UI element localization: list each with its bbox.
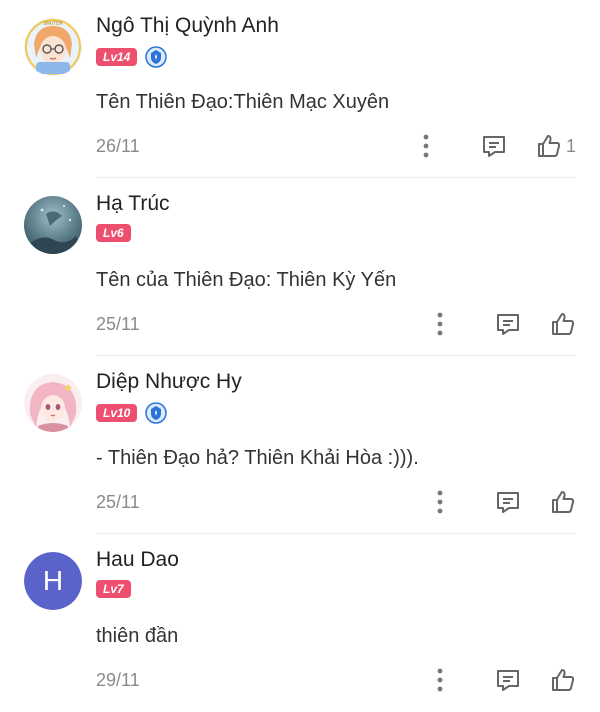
user-badges: Lv7 [96,580,131,598]
comment-date: 26/11 [96,136,140,156]
username[interactable]: Hạ Trúc [96,192,170,216]
more-vertical-icon [423,134,429,158]
thumbs-up-icon [537,135,561,157]
comment-date: 25/11 [96,492,140,512]
comment-actions: 1 [412,126,576,166]
avatar[interactable]: H [24,552,82,610]
user-badges: Lv10 [96,402,168,424]
comment-text: Tên Thiên Đạo:Thiên Mạc Xuyên [96,91,390,113]
more-options-button[interactable] [426,488,454,516]
reply-button[interactable] [494,310,522,338]
like-button[interactable] [550,667,576,693]
reply-button[interactable] [494,488,522,516]
like-button[interactable] [550,311,576,337]
more-vertical-icon [437,490,443,514]
comment-item: Hạ Trúc Lv6 Tên của Thiên Đạo: Thiên Kỳ … [0,178,600,356]
username[interactable]: Hau Dao [96,548,179,572]
avatar[interactable] [24,196,82,254]
username[interactable]: Ngô Thị Quỳnh Anh [96,14,279,38]
more-vertical-icon [437,668,443,692]
thumbs-up-icon [552,313,575,335]
level-badge: Lv10 [96,404,138,422]
comment-item: WRITER Ngô Thị Quỳnh Anh Lv14 Tên Thiên … [0,0,600,178]
vip-shield-icon [145,402,168,424]
more-options-button[interactable] [426,666,454,694]
vip-shield-icon [145,46,168,68]
avatar[interactable]: WRITER [24,18,82,76]
comment-icon [497,670,519,691]
more-vertical-icon [437,312,443,336]
comment-icon [497,492,519,513]
comment-icon [482,136,505,157]
like-count: 1 [565,135,576,156]
level-badge: Lv14 [96,48,138,66]
comment-actions [426,304,576,344]
comment-date: 29/11 [96,670,140,690]
user-badges: Lv6 [96,224,131,242]
level-badge: Lv7 [96,580,131,598]
letter-avatar: H [24,552,82,610]
svg-text:WRITER: WRITER [43,21,63,27]
underwater-scene-avatar [24,196,82,254]
comment-date: 25/11 [96,314,140,334]
more-options-button[interactable] [412,132,440,160]
thumbs-up-icon [552,491,575,513]
user-badges: Lv14 [96,46,168,68]
like-button[interactable]: 1 [536,133,576,159]
comment-list: WRITER Ngô Thị Quỳnh Anh Lv14 Tên Thiên … [0,0,600,710]
anime-girl-glasses-avatar: WRITER [24,18,82,76]
comment-item: H Hau Dao Lv7 thiên đần 29/11 [0,534,600,712]
comment-item: Diệp Nhược Hy Lv10 - Thiên Đạo hả? Thiên… [0,356,600,534]
comment-text: Tên của Thiên Đạo: Thiên Kỳ Yến [96,269,397,291]
pink-hair-anime-avatar [24,374,82,432]
comment-icon [497,314,519,335]
thumbs-up-icon [552,669,575,691]
comment-actions [426,482,576,522]
username[interactable]: Diệp Nhược Hy [96,370,242,394]
like-button[interactable] [550,489,576,515]
reply-button[interactable] [494,666,522,694]
comment-actions [426,660,576,700]
more-options-button[interactable] [426,310,454,338]
comment-text: thiên đần [96,625,179,647]
reply-button[interactable] [480,132,508,160]
level-badge: Lv6 [96,224,131,242]
avatar[interactable] [24,374,82,432]
comment-text: - Thiên Đạo hả? Thiên Khải Hòa :))). [96,447,419,469]
